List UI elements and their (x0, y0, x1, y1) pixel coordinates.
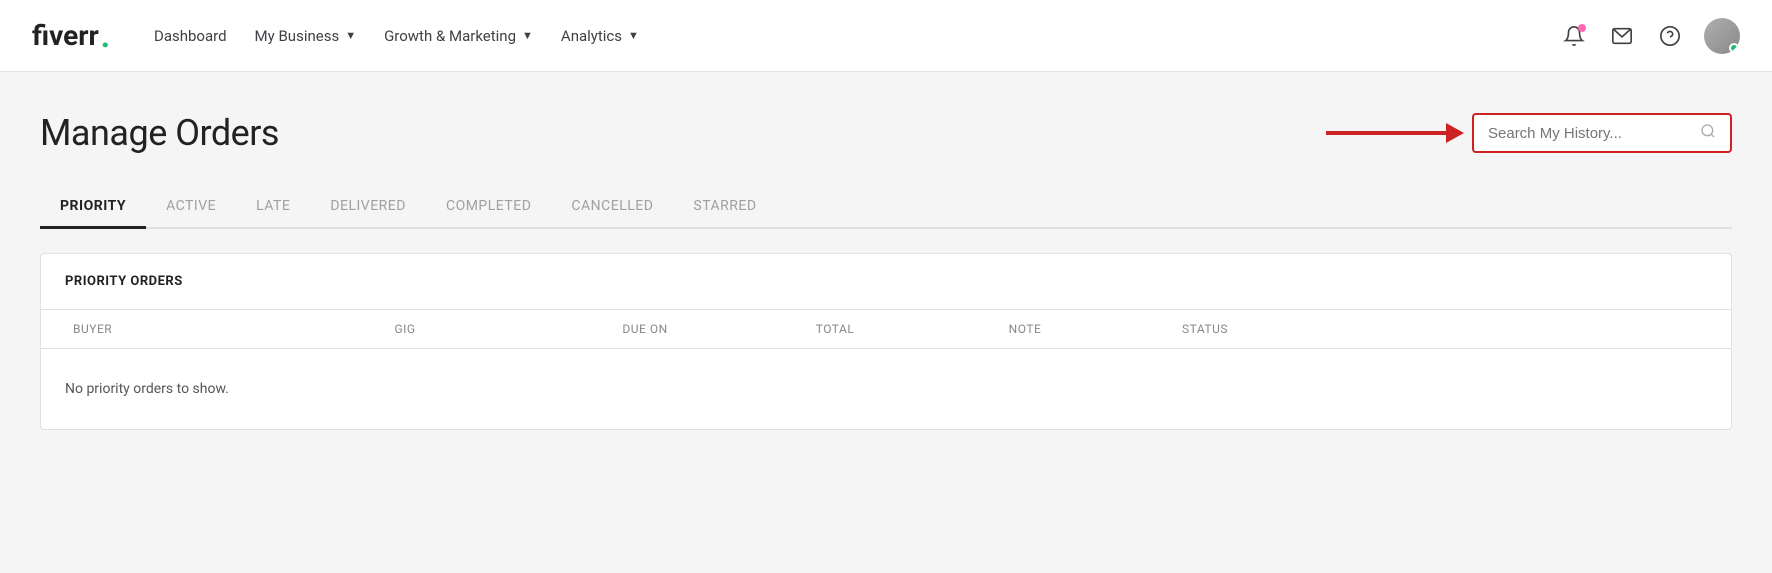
col-note: NOTE (925, 322, 1125, 336)
col-buyer: BUYER (65, 322, 265, 336)
tabs: PRIORITY ACTIVE LATE DELIVERED COMPLETED… (40, 186, 1732, 229)
notifications-icon[interactable] (1560, 22, 1588, 50)
tab-starred[interactable]: STARRED (673, 186, 776, 229)
tab-priority[interactable]: PRIORITY (40, 186, 146, 229)
col-total: TOTAL (745, 322, 925, 336)
tab-active[interactable]: ACTIVE (146, 186, 236, 229)
nav-dashboard[interactable]: Dashboard (142, 19, 239, 53)
priority-orders-section: PRIORITY ORDERS BUYER GIG DUE ON TOTAL N… (40, 253, 1732, 430)
help-icon[interactable] (1656, 22, 1684, 50)
arrow-head (1446, 123, 1464, 143)
section-title: PRIORITY ORDERS (41, 254, 1731, 310)
search-annotation (1326, 113, 1732, 153)
navbar: fiverr. Dashboard My Business ▼ Growth &… (0, 0, 1772, 72)
tab-late[interactable]: LATE (236, 186, 310, 229)
empty-message: No priority orders to show. (41, 349, 1731, 429)
search-box (1472, 113, 1732, 153)
page-header: Manage Orders (40, 112, 1732, 154)
col-due-on: DUE ON (545, 322, 745, 336)
notification-dot (1578, 24, 1586, 32)
main-content: Manage Orders PRIORITY ACTIVE L (0, 72, 1772, 573)
tab-completed[interactable]: COMPLETED (426, 186, 551, 229)
tab-delivered[interactable]: DELIVERED (310, 186, 426, 229)
arrow-line (1326, 131, 1446, 135)
search-input[interactable] (1488, 125, 1692, 142)
page-title: Manage Orders (40, 112, 279, 154)
avatar[interactable] (1704, 18, 1740, 54)
red-arrow-annotation (1326, 123, 1464, 143)
nav-growth-marketing[interactable]: Growth & Marketing ▼ (372, 19, 545, 53)
online-status-dot (1729, 43, 1739, 53)
nav-right (1560, 18, 1740, 54)
col-status: STATUS (1125, 322, 1285, 336)
col-gig: GIG (265, 322, 545, 336)
chevron-down-icon: ▼ (345, 29, 356, 42)
logo-text: fiverr (32, 19, 99, 52)
search-icon (1700, 123, 1716, 143)
chevron-down-icon: ▼ (628, 29, 639, 42)
table-header: BUYER GIG DUE ON TOTAL NOTE STATUS (41, 310, 1731, 349)
tab-cancelled[interactable]: CANCELLED (551, 186, 673, 229)
chevron-down-icon: ▼ (522, 29, 533, 42)
logo[interactable]: fiverr. (32, 19, 110, 52)
nav-my-business[interactable]: My Business ▼ (243, 19, 369, 53)
logo-dot: . (101, 20, 110, 52)
mail-icon[interactable] (1608, 22, 1636, 50)
nav-analytics[interactable]: Analytics ▼ (549, 19, 651, 53)
nav-items: Dashboard My Business ▼ Growth & Marketi… (142, 19, 1528, 53)
